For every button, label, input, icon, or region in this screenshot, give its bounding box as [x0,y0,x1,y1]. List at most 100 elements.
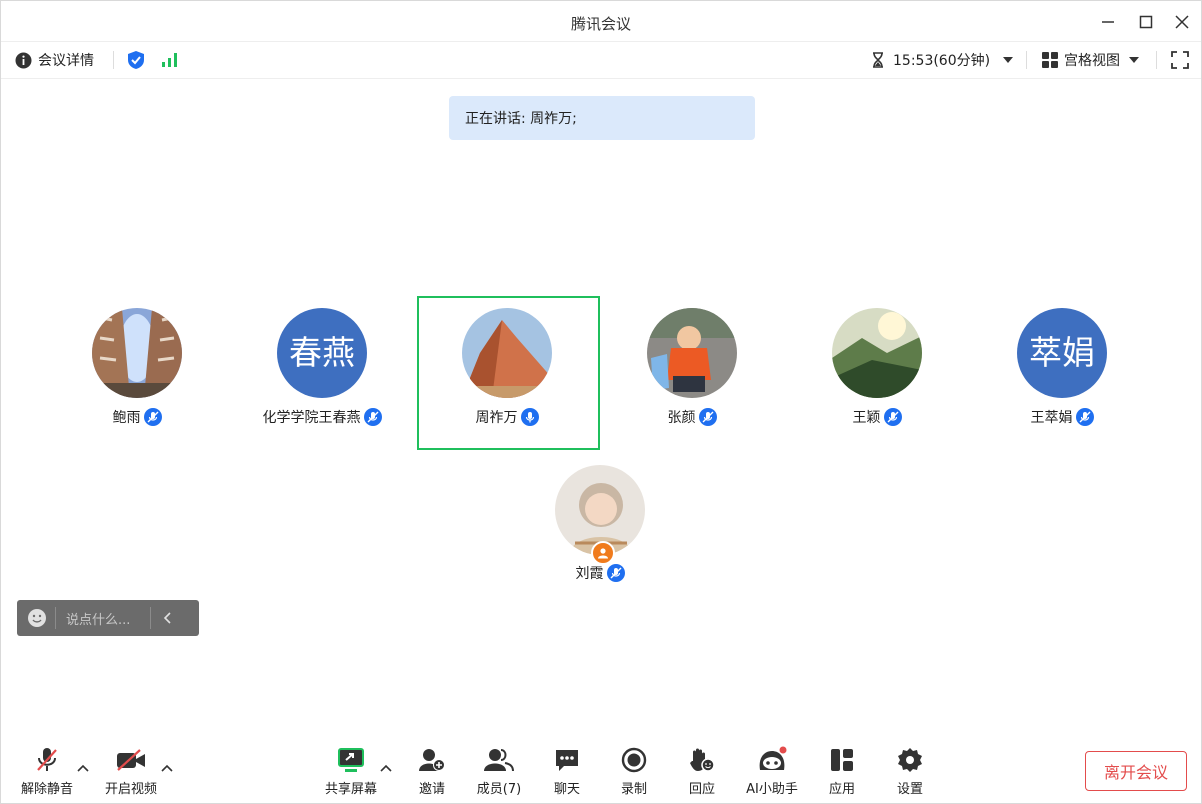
settings-label: 设置 [896,782,923,797]
meeting-info-bar: 会议详情 15:53(60分钟) 宫格视图 [1,42,1201,79]
react-button[interactable]: 回应 [666,745,738,797]
participant-name-row: 王颖 [787,407,967,427]
members-label: 成员(7) [476,782,522,797]
share-screen-icon [338,748,364,772]
participant-name: 张颜 [667,410,696,426]
participant-name: 刘霞 [575,566,604,582]
view-mode-label: 宫格视图 [1064,53,1120,69]
participant-tile[interactable]: 刘霞 [510,465,690,583]
chat-button[interactable]: 聊天 [531,745,603,797]
participant-name-row: 化学学院王春燕 [232,407,412,427]
host-user-icon [598,548,608,559]
share-options-caret[interactable] [380,761,392,775]
security-shield[interactable] [127,42,145,78]
participant-tile[interactable]: 鲍雨 [47,308,227,427]
mic-muted-icon [363,408,382,426]
mic-muted-icon [698,408,717,426]
video-off-icon [117,749,145,771]
title-bar: 腾讯会议 [1,1,1201,42]
avatar [462,308,552,398]
meeting-details-label: 会议详情 [38,53,94,69]
avatar [92,308,182,398]
chat-quick-input[interactable]: 说点什么... [17,600,199,636]
grid-view-icon [1042,52,1058,68]
participant-tile[interactable]: 萃娟 王萃娟 [972,308,1152,427]
video-options-caret[interactable] [161,761,173,775]
window-title: 腾讯会议 [570,15,631,33]
participant-tile[interactable]: 春燕 化学学院王春燕 [232,308,412,427]
avatar-photo [92,308,182,398]
fullscreen-icon [1171,51,1189,69]
gear-icon [898,748,922,772]
share-screen-button[interactable]: 共享屏幕 [315,745,387,797]
chevron-left-icon[interactable] [163,612,173,624]
share-screen-label: 共享屏幕 [324,782,377,797]
fullscreen-button[interactable] [1171,42,1189,78]
caret-down-icon [1003,57,1014,63]
ai-assistant-button[interactable]: AI小助手 [736,745,808,797]
start-video-label: 开启视频 [104,782,157,797]
chevron-up-icon [380,764,392,772]
invite-label: 邀请 [418,782,445,797]
participant-name-row: 王萃娟 [972,407,1152,427]
mic-muted-icon [883,408,902,426]
avatar: 春燕 [277,308,367,398]
timer-text: 15:53(60分钟) [893,53,991,69]
participant-tile[interactable]: 王颖 [787,308,967,427]
divider [113,51,114,69]
leave-meeting-button[interactable]: 离开会议 [1085,751,1187,791]
shield-icon [128,51,144,69]
record-label: 录制 [620,782,647,797]
participant-name-row: 张颜 [602,407,782,427]
chat-label: 聊天 [553,782,580,797]
meeting-window: 腾讯会议 会议详情 15:53(60分钟) 宫格视图 正在讲话: 周祚万; 鲍雨… [0,0,1202,804]
ai-assistant-icon [759,746,787,770]
chat-placeholder[interactable]: 说点什么... [66,609,150,628]
divider [150,607,151,629]
unmute-button[interactable]: 解除静音 [11,745,83,797]
raise-hand-icon [690,748,715,772]
participant-tile[interactable]: 周祚万 [417,308,597,427]
maximize-button[interactable] [1135,11,1157,33]
mic-muted-icon [606,564,625,582]
close-button[interactable] [1171,11,1193,33]
settings-button[interactable]: 设置 [874,745,946,797]
divider [55,607,56,629]
meeting-details-button[interactable]: 会议详情 [15,42,94,78]
participant-name-row: 周祚万 [417,407,597,427]
record-button[interactable]: 录制 [598,745,670,797]
info-icon [15,52,32,68]
minimize-icon [1102,21,1114,23]
avatar [647,308,737,398]
emoji-icon[interactable] [27,608,47,628]
avatar-photo [462,308,552,398]
mic-muted-icon [143,408,162,426]
participant-name: 王颖 [852,410,881,426]
ai-assistant-label: AI小助手 [746,782,798,797]
members-icon [484,749,514,772]
avatar-photo [832,308,922,398]
signal-icon [162,53,177,67]
chat-icon [556,750,578,771]
apps-icon [831,749,853,771]
mic-off-icon [37,748,57,771]
network-signal[interactable] [161,42,179,78]
apps-label: 应用 [828,782,855,797]
invite-button[interactable]: 邀请 [396,745,468,797]
host-badge [591,541,615,565]
participant-tile[interactable]: 张颜 [602,308,782,427]
close-icon [1175,15,1189,29]
avatar-photo [647,308,737,398]
apps-button[interactable]: 应用 [806,745,878,797]
audio-options-caret[interactable] [77,761,89,775]
view-mode-button[interactable]: 宫格视图 [1041,42,1140,78]
participant-name: 鲍雨 [112,410,141,426]
meeting-timer[interactable]: 15:53(60分钟) [871,42,1014,78]
start-video-button[interactable]: 开启视频 [95,745,167,797]
members-button[interactable]: 成员(7) [463,745,535,797]
avatar [832,308,922,398]
divider [1156,51,1157,69]
hourglass-icon [873,52,883,68]
chevron-up-icon [77,764,89,772]
minimize-button[interactable] [1097,11,1119,33]
